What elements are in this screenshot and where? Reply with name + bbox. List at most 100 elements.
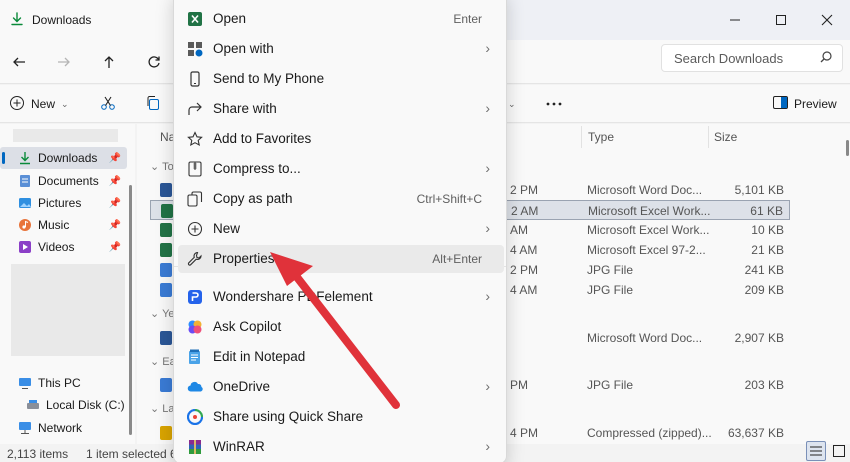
menu-item-ask-copilot[interactable]: Ask Copilot (178, 313, 504, 341)
menu-item-winrar[interactable]: WinRAR › (178, 433, 504, 461)
pc-icon (18, 376, 32, 390)
sidebar-item-videos[interactable]: Videos 📌 (0, 236, 127, 258)
sidebar-item-pictures[interactable]: Pictures 📌 (0, 192, 127, 214)
forward-icon[interactable] (50, 48, 78, 76)
sidebar-item-label: Videos (38, 240, 75, 254)
menu-item-send-to-my-phone[interactable]: Send to My Phone (178, 65, 504, 93)
menu-item-wondershare-pdfelement[interactable]: Wondershare PDFelement › (178, 283, 504, 311)
menu-item-share-with[interactable]: Share with › (178, 95, 504, 123)
navigation-pane: Downloads 📌 Documents 📌 Pictures 📌 Music… (0, 124, 135, 444)
group-header-yesterday[interactable]: ⌄ Ye (150, 307, 175, 320)
type-cell: JPG File (587, 263, 634, 277)
type-cell: JPG File (587, 378, 634, 392)
excel-icon (187, 11, 203, 27)
file-type-icon (160, 283, 172, 297)
redacted-item (13, 129, 118, 142)
menu-item-copy-as-path[interactable]: Copy as path Ctrl+Shift+C (178, 185, 504, 213)
wrench-icon (187, 251, 203, 267)
up-icon[interactable] (95, 48, 123, 76)
sidebar-scrollbar[interactable] (129, 185, 132, 435)
menu-item-new[interactable]: New › (178, 215, 504, 243)
size-cell: 203 KB (744, 378, 784, 392)
tab-downloads[interactable]: Downloads (0, 0, 180, 40)
sidebar-item-music[interactable]: Music 📌 (0, 214, 127, 236)
maximize-icon[interactable] (758, 0, 804, 40)
file-list-scrollbar[interactable] (846, 140, 849, 156)
menu-item-label: Share with (213, 101, 277, 116)
date-cell: 4 PM (510, 426, 539, 440)
type-cell: Compressed (zipped)... (587, 426, 712, 440)
menu-item-add-to-favorites[interactable]: Add to Favorites (178, 125, 504, 153)
pin-icon: 📌 (108, 197, 121, 209)
search-icon[interactable] (820, 50, 832, 66)
item-count: 2,113 items (7, 447, 69, 461)
details-view-button[interactable] (806, 441, 826, 461)
menu-item-edit-in-notepad[interactable]: Edit in Notepad (178, 343, 504, 371)
context-menu: Open Enter Open with › Send to My Phone Share… (173, 0, 507, 462)
date-cell: 2 PM (510, 183, 539, 197)
search-input[interactable]: Search Downloads (661, 44, 843, 72)
redacted-block (11, 264, 125, 356)
menu-item-shortcut: Ctrl+Shift+C (416, 192, 482, 206)
column-divider[interactable] (581, 126, 582, 148)
size-cell: 21 KB (751, 243, 784, 257)
menu-item-open-with[interactable]: Open with › (178, 35, 504, 63)
chevron-right-icon: › (485, 40, 490, 56)
group-header-earlier[interactable]: ⌄ Ea (150, 355, 176, 368)
refresh-icon[interactable] (140, 48, 168, 76)
plus-circle-icon (9, 95, 25, 114)
menu-item-label: Open with (213, 41, 274, 56)
menu-item-label: Open (213, 11, 247, 26)
winrar-icon (187, 439, 203, 455)
sidebar-item-local-disk[interactable]: Local Disk (C:) (0, 394, 127, 416)
sidebar-item-downloads[interactable]: Downloads 📌 (0, 147, 127, 169)
menu-item-compress-to[interactable]: Compress to... › (178, 155, 504, 183)
file-type-icon (161, 204, 173, 218)
copy-icon (145, 95, 161, 114)
type-cell: Microsoft Excel Work... (587, 223, 710, 237)
sidebar-item-network[interactable]: Network (0, 417, 127, 439)
sidebar-item-documents[interactable]: Documents 📌 (0, 170, 127, 192)
column-divider[interactable] (708, 126, 709, 148)
copy-button[interactable] (145, 91, 161, 117)
sidebar-item-label: Music (38, 218, 70, 232)
new-label: New (31, 97, 56, 111)
sidebar-item-this-pc[interactable]: This PC (0, 372, 127, 394)
chevron-right-icon: › (485, 100, 490, 116)
group-header-today[interactable]: ⌄ To (150, 160, 174, 173)
type-cell: JPG File (587, 283, 634, 297)
type-cell: Microsoft Word Doc... (587, 183, 703, 197)
menu-item-label: Properties (213, 251, 275, 266)
date-cell: PM (510, 378, 528, 392)
minimize-icon[interactable] (712, 0, 758, 40)
column-header-type[interactable]: Type (588, 130, 614, 144)
file-type-icon (160, 223, 172, 237)
open-with-icon (187, 41, 203, 57)
phone-icon (187, 71, 203, 87)
menu-item-share-using-quick-share[interactable]: Share using Quick Share (178, 403, 504, 431)
cut-button[interactable] (100, 91, 116, 117)
size-cell: 10 KB (751, 223, 784, 237)
menu-item-shortcut: Enter (453, 12, 482, 26)
menu-item-onedrive[interactable]: OneDrive › (178, 373, 504, 401)
back-icon[interactable] (5, 48, 33, 76)
tiles-view-button[interactable] (829, 441, 849, 461)
file-type-icon (160, 243, 172, 257)
size-cell: 241 KB (744, 263, 784, 277)
menu-item-properties[interactable]: Properties Alt+Enter (178, 245, 504, 273)
menu-item-label: OneDrive (213, 379, 271, 394)
copy-path-icon (187, 191, 203, 207)
new-button[interactable]: New ⌄ (9, 91, 69, 117)
column-header-size[interactable]: Size (714, 130, 737, 144)
file-type-icon (160, 426, 172, 440)
menu-item-open[interactable]: Open Enter (178, 5, 504, 33)
close-icon[interactable] (804, 0, 850, 40)
group-header-last[interactable]: ⌄ La (150, 402, 175, 415)
more-chevron-icon[interactable]: ⌄ (508, 91, 516, 117)
sidebar-item-label: Local Disk (C:) (46, 398, 125, 412)
notepad-icon (187, 349, 203, 365)
more-options-icon[interactable] (545, 91, 563, 117)
preview-button[interactable]: Preview (773, 91, 837, 117)
menu-item-label: Add to Favorites (213, 131, 312, 146)
type-cell: Microsoft Word Doc... (587, 331, 703, 345)
